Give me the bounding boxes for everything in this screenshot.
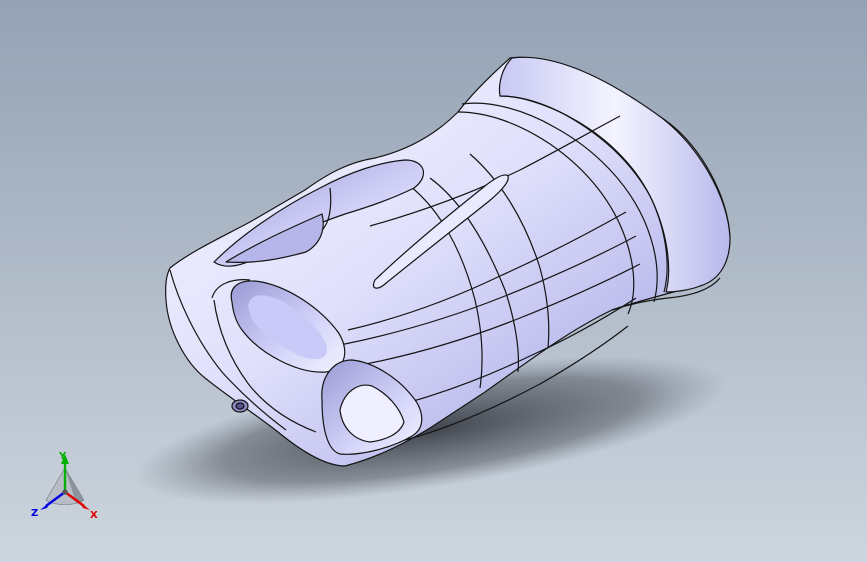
y-axis-label: Y (58, 451, 67, 462)
x-axis-arrow-icon (80, 502, 90, 510)
pin-hole-inner (235, 402, 245, 410)
graphics-viewport[interactable]: Y X Z (0, 0, 867, 562)
3d-model-view[interactable] (0, 0, 867, 562)
z-axis-arrow-icon (40, 502, 50, 510)
x-axis-label: X (90, 510, 98, 521)
z-axis-label: Z (31, 508, 38, 519)
triad-origin (62, 489, 68, 495)
axis-triad[interactable]: Y X Z (22, 448, 108, 524)
